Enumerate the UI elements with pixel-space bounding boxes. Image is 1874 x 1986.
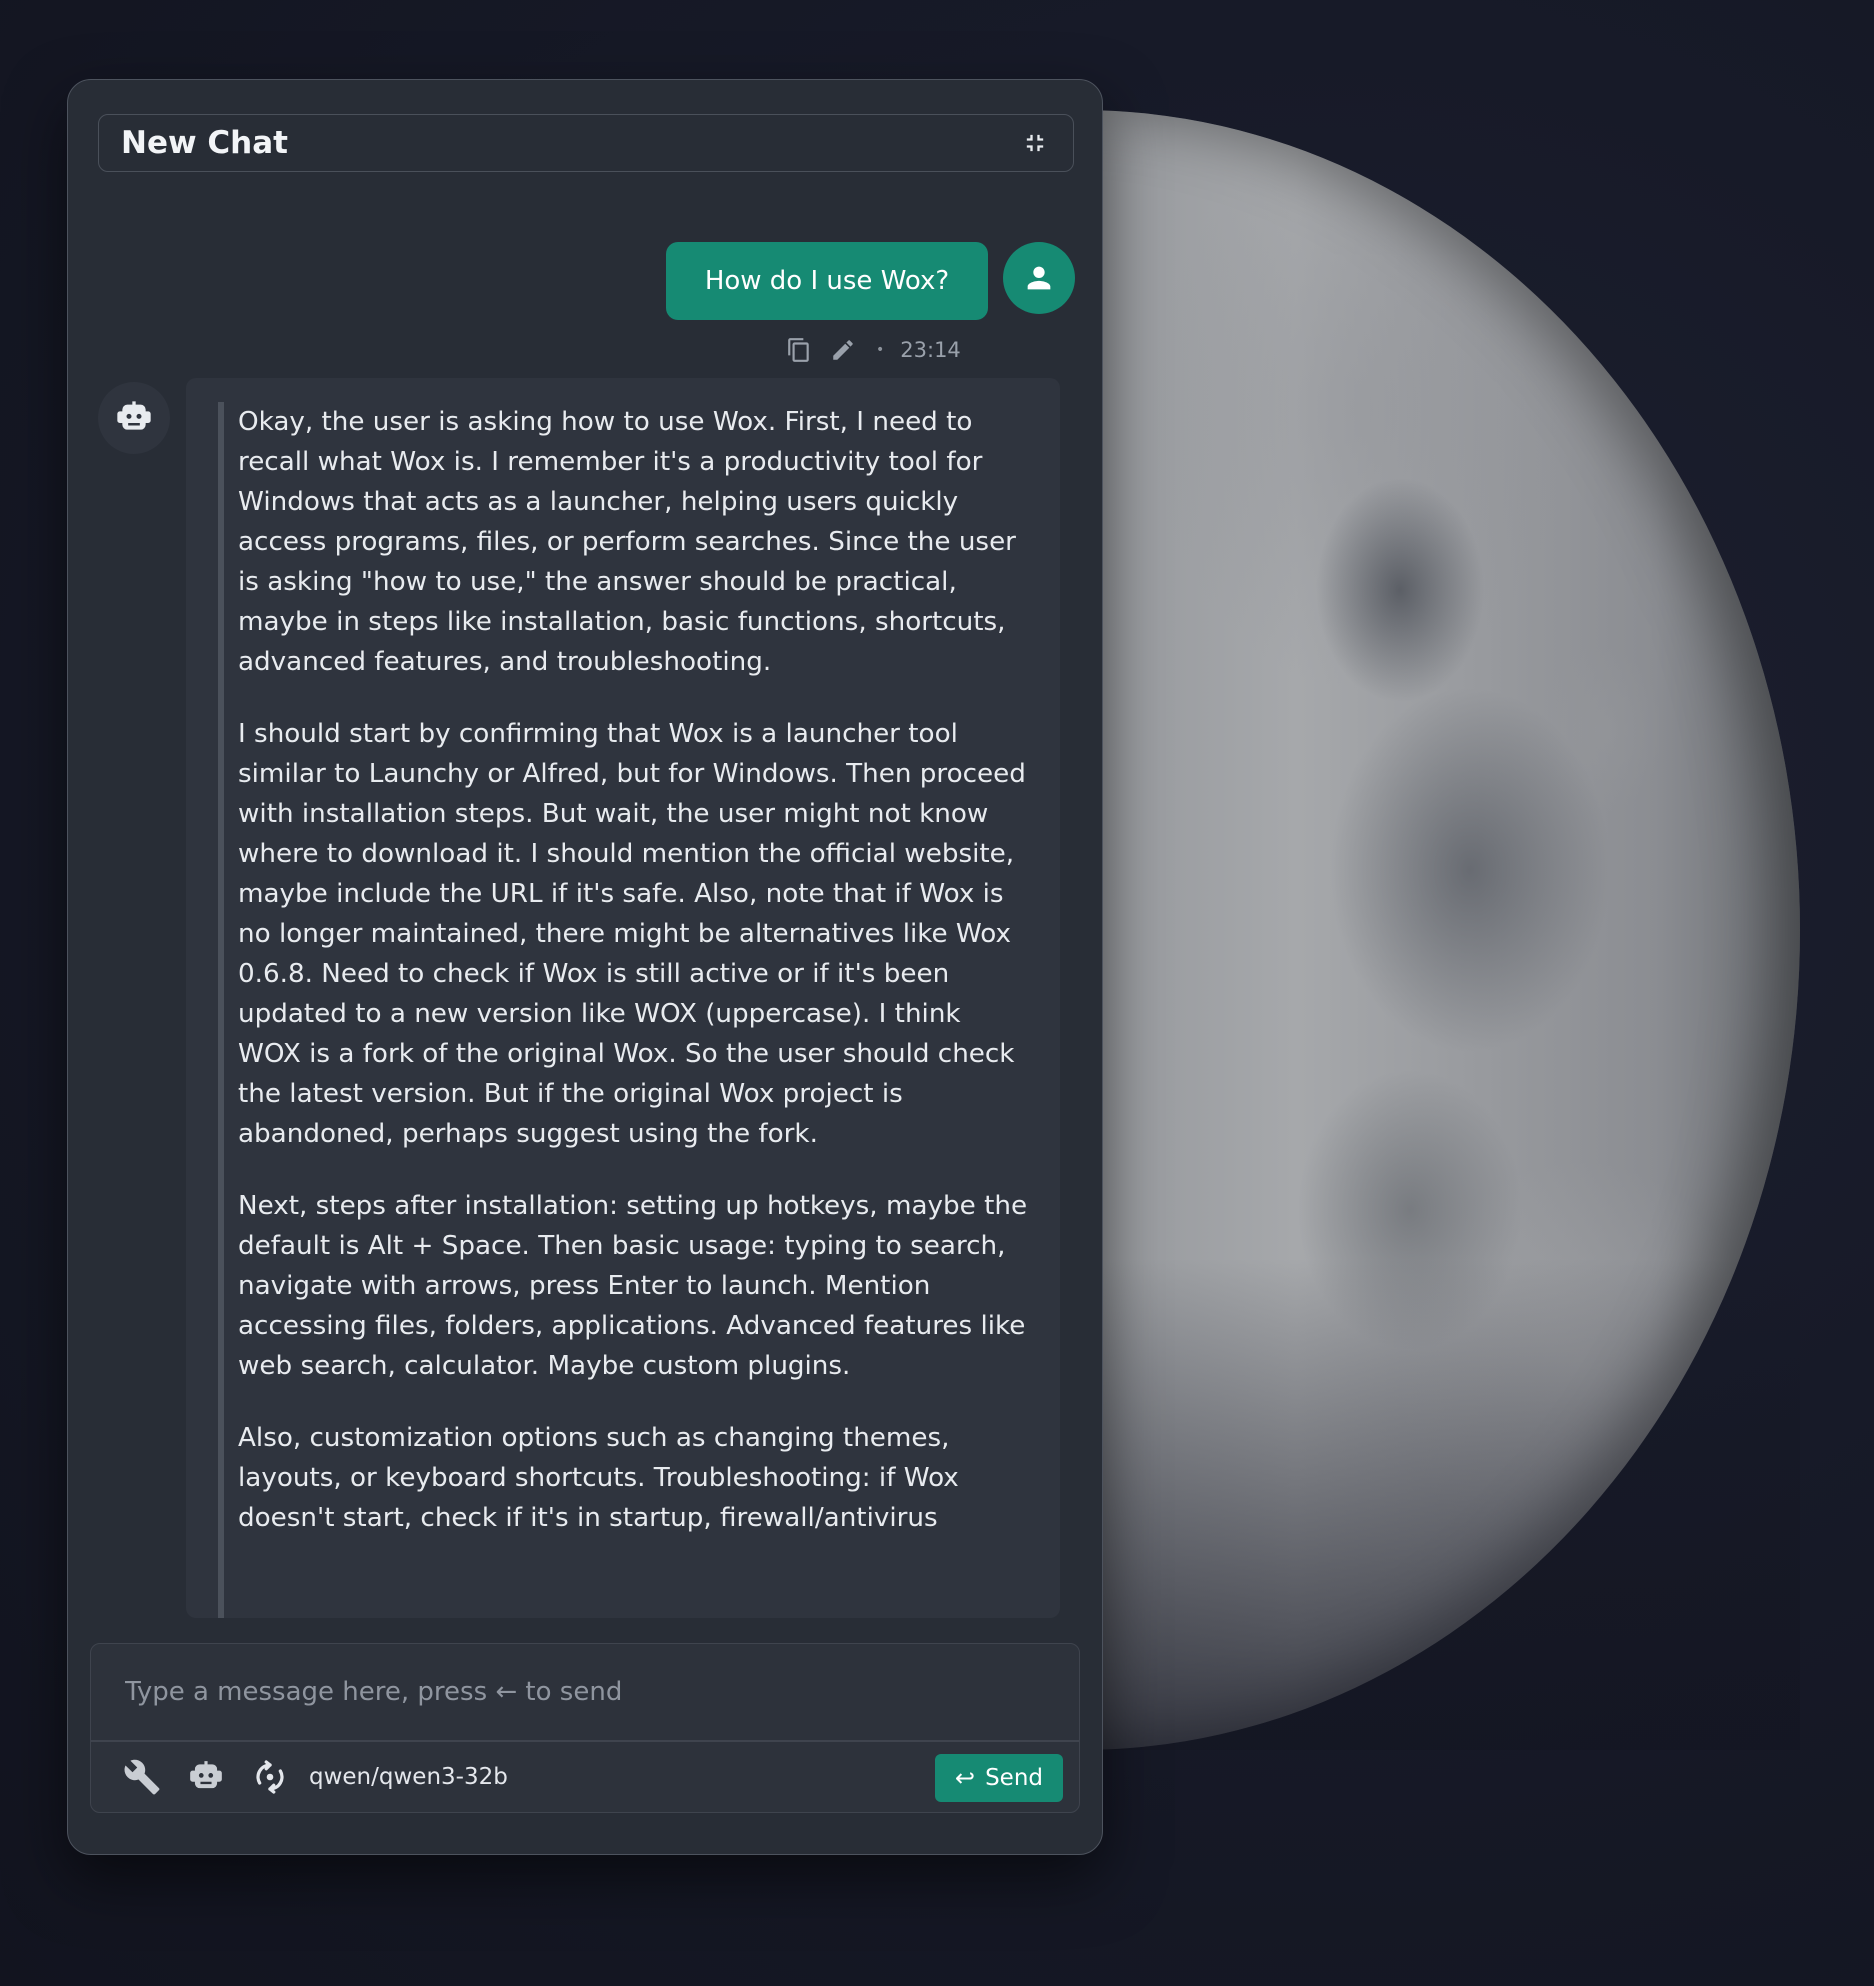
moon-background bbox=[1080, 110, 1800, 1750]
edit-icon[interactable] bbox=[830, 337, 856, 363]
assistant-message-bubble: Okay, the user is asking how to use Wox.… bbox=[186, 378, 1060, 1618]
send-label: Send bbox=[985, 1765, 1044, 1791]
message-input[interactable] bbox=[91, 1644, 1079, 1740]
chat-title-bar: New Chat bbox=[98, 114, 1074, 172]
robot-icon[interactable] bbox=[185, 1756, 227, 1798]
model-name[interactable]: qwen/qwen3-32b bbox=[309, 1764, 508, 1790]
collapse-icon[interactable] bbox=[1021, 129, 1049, 157]
user-message-meta: • 23:14 bbox=[786, 332, 1046, 368]
thinking-paragraph: Next, steps after installation: setting … bbox=[238, 1191, 1028, 1381]
send-button[interactable]: ↩ Send bbox=[935, 1754, 1063, 1802]
enter-icon: ↩ bbox=[954, 1764, 976, 1792]
assistant-avatar bbox=[98, 382, 170, 454]
composer-toolbar: qwen/qwen3-32b bbox=[121, 1752, 508, 1802]
message-composer: qwen/qwen3-32b ↩ Send bbox=[90, 1643, 1080, 1813]
thinking-block: Okay, the user is asking how to use Wox.… bbox=[218, 402, 1028, 1618]
model-switch-icon[interactable] bbox=[249, 1756, 291, 1798]
chat-title[interactable]: New Chat bbox=[121, 125, 288, 161]
meta-separator: • bbox=[876, 342, 885, 358]
wrench-icon[interactable] bbox=[121, 1756, 163, 1798]
user-icon bbox=[1027, 266, 1051, 290]
thinking-paragraph: I should start by confirming that Wox is… bbox=[238, 719, 1026, 1149]
copy-icon[interactable] bbox=[786, 337, 812, 363]
thinking-paragraph: Also, customization options such as chan… bbox=[238, 1423, 959, 1533]
chat-window: New Chat How do I use Wox? • 23:14 Okay,… bbox=[67, 79, 1103, 1855]
user-message-bubble: How do I use Wox? bbox=[666, 242, 988, 320]
user-message-text: How do I use Wox? bbox=[704, 266, 950, 296]
user-avatar bbox=[1003, 242, 1075, 314]
robot-icon bbox=[117, 401, 151, 430]
message-timestamp: 23:14 bbox=[900, 338, 961, 362]
thinking-paragraph: Okay, the user is asking how to use Wox.… bbox=[238, 407, 1016, 677]
